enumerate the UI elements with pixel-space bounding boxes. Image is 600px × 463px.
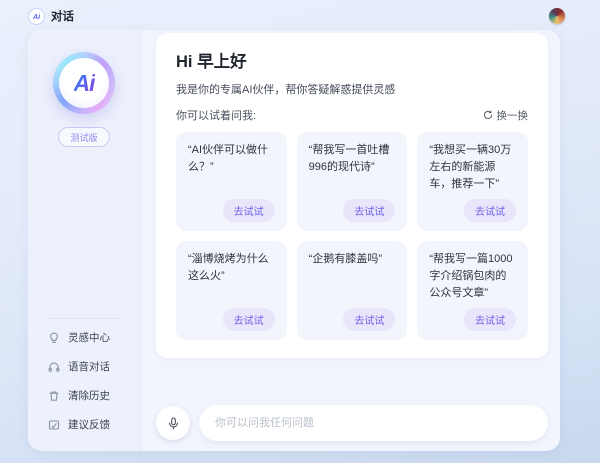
chat-input-bar: [141, 405, 560, 451]
trash-icon: [48, 390, 60, 402]
try-it-button[interactable]: 去试试: [464, 308, 516, 331]
app-logo-icon: Ai: [28, 8, 45, 25]
sidebar-item-label: 灵感中心: [68, 330, 110, 345]
app-shell: Ai 测试版 灵感中心 语音对话 清除历史: [28, 30, 560, 451]
welcome-card: Hi 早上好 我是你的专属AI伙伴，帮你答疑解惑提供灵感 你可以试着问我: 换一…: [156, 33, 548, 358]
suggestion-text: “帮我写一首吐槽996的现代诗”: [309, 142, 396, 176]
sidebar: Ai 测试版 灵感中心 语音对话 清除历史: [28, 30, 141, 451]
voice-input-button[interactable]: [156, 406, 190, 440]
suggestion-card: “帮我写一篇1000字介绍锅包肉的公众号文章” 去试试: [417, 241, 528, 340]
beta-badge: 测试版: [58, 127, 109, 147]
try-it-button[interactable]: 去试试: [223, 199, 275, 222]
hint-row: 你可以试着问我: 换一换: [176, 107, 528, 123]
app-title: 对话: [51, 8, 74, 24]
ai-assistant-logo: Ai: [53, 52, 115, 114]
microphone-icon: [167, 417, 180, 430]
suggestion-card: “淄博烧烤为什么这么火” 去试试: [176, 241, 287, 340]
ai-logo-text: Ai: [74, 70, 95, 97]
app-logo-text: Ai: [33, 12, 41, 21]
suggestion-card: “AI伙伴可以做什么？” 去试试: [176, 132, 287, 231]
suggestion-text: “帮我写一篇1000字介绍锅包肉的公众号文章”: [429, 251, 516, 302]
refresh-icon: [483, 110, 493, 120]
suggestion-text: “企鹅有膝盖吗”: [309, 251, 396, 268]
sidebar-item-feedback[interactable]: 建议反馈: [28, 410, 140, 439]
greeting-title: Hi 早上好: [176, 48, 528, 72]
user-avatar[interactable]: [549, 8, 565, 24]
headphones-icon: [48, 361, 60, 373]
try-it-button[interactable]: 去试试: [343, 199, 395, 222]
suggestion-card: “我想买一辆30万左右的新能源车，推荐一下” 去试试: [417, 132, 528, 231]
sidebar-divider: [45, 318, 123, 319]
top-bar: Ai 对话: [0, 0, 600, 30]
suggestion-text: “淄博烧烤为什么这么火”: [188, 251, 275, 285]
suggestion-hint: 你可以试着问我:: [176, 107, 256, 123]
sidebar-item-label: 语音对话: [68, 359, 110, 374]
refresh-label: 换一换: [497, 108, 529, 123]
suggestion-card: “企鹅有膝盖吗” 去试试: [297, 241, 408, 340]
suggestion-text: “我想买一辆30万左右的新能源车，推荐一下”: [429, 142, 516, 193]
try-it-button[interactable]: 去试试: [343, 308, 395, 331]
sidebar-menu: 灵感中心 语音对话 清除历史 建议反馈: [28, 323, 140, 439]
suggestion-text: “AI伙伴可以做什么？”: [188, 142, 275, 176]
sidebar-item-clear-history[interactable]: 清除历史: [28, 381, 140, 410]
feedback-icon: [48, 419, 60, 431]
suggestion-grid: “AI伙伴可以做什么？” 去试试 “帮我写一首吐槽996的现代诗” 去试试 “我…: [176, 132, 528, 340]
sidebar-item-label: 清除历史: [68, 388, 110, 403]
sidebar-item-voice-chat[interactable]: 语音对话: [28, 352, 140, 381]
sidebar-item-inspiration[interactable]: 灵感中心: [28, 323, 140, 352]
try-it-button[interactable]: 去试试: [223, 308, 275, 331]
suggestion-card: “帮我写一首吐槽996的现代诗” 去试试: [297, 132, 408, 231]
refresh-suggestions-button[interactable]: 换一换: [483, 108, 529, 123]
lightbulb-icon: [48, 332, 60, 344]
try-it-button[interactable]: 去试试: [464, 199, 516, 222]
main-panel: Hi 早上好 我是你的专属AI伙伴，帮你答疑解惑提供灵感 你可以试着问我: 换一…: [141, 30, 560, 451]
sidebar-item-label: 建议反馈: [68, 417, 110, 432]
question-input[interactable]: [199, 405, 548, 441]
greeting-subtitle: 我是你的专属AI伙伴，帮你答疑解惑提供灵感: [176, 81, 528, 97]
